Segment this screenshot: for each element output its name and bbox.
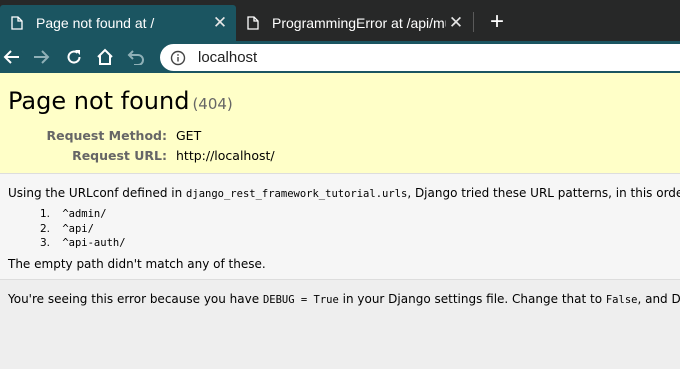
address-bar[interactable]: localhost — [160, 44, 680, 71]
tab-divider — [473, 12, 474, 32]
navigation-bar: localhost — [0, 41, 680, 73]
debug-setting: DEBUG = True — [262, 294, 339, 306]
debug-paragraph: You're seeing this error because you hav… — [8, 292, 680, 306]
list-item: 2. ^api/ — [40, 223, 126, 238]
tab-programming-error[interactable]: ProgrammingError at /api/musi ✕ — [236, 5, 472, 41]
reload-button[interactable] — [62, 45, 86, 69]
urlconf-module: django_rest_framework_tutorial.urls — [186, 188, 408, 200]
request-method-label: Request Method: — [46, 128, 167, 143]
close-tab-icon[interactable]: ✕ — [446, 13, 466, 33]
new-tab-button[interactable]: + — [484, 9, 510, 35]
error-summary: Page not found (404) Request Method: GET … — [0, 73, 680, 174]
url-pattern: ^admin/ — [62, 208, 107, 220]
request-url-row: Request URL: http://localhost/ — [0, 148, 400, 168]
back-button[interactable] — [0, 45, 24, 69]
request-url-label: Request URL: — [72, 148, 167, 163]
page-content: Page not found (404) Request Method: GET … — [0, 73, 680, 369]
tab-bar: Page not found at / ✕ ProgrammingError a… — [0, 0, 680, 41]
undo-button[interactable] — [124, 45, 148, 69]
debug-explanation: You're seeing this error because you hav… — [0, 280, 680, 369]
page-title: Page not found (404) — [8, 87, 233, 115]
status-code: (404) — [192, 95, 233, 113]
url-pattern: ^api/ — [62, 222, 94, 235]
info-icon[interactable] — [170, 50, 186, 66]
pattern-number: 1. — [40, 208, 51, 220]
error-title: Page not found — [8, 87, 190, 115]
reload-icon — [67, 50, 81, 64]
url-pattern: ^api-auth/ — [62, 237, 126, 249]
pattern-number: 3. — [40, 237, 51, 249]
home-button[interactable] — [93, 45, 117, 69]
forward-arrow-icon — [34, 50, 50, 64]
pattern-number: 2. — [40, 222, 51, 235]
urlconf-text-before: Using the URLconf defined in — [8, 186, 187, 200]
tab-title: ProgrammingError at /api/musi — [272, 15, 446, 31]
undo-arrow-icon — [127, 50, 144, 65]
debug-text-middle: in your Django settings file. Change tha… — [338, 292, 606, 306]
request-url-value: http://localhost/ — [176, 148, 275, 163]
urlconf-text-after: , Django tried these URL patterns, in th… — [407, 186, 680, 200]
debug-false: False — [605, 294, 638, 306]
url-patterns-list: 1. ^admin/ 2. ^api/ 3. ^api-auth/ — [40, 208, 126, 252]
home-icon — [97, 48, 113, 65]
close-tab-icon[interactable]: ✕ — [210, 13, 230, 33]
list-item: 3. ^api-auth/ — [40, 237, 126, 252]
tab-title: Page not found at / — [36, 15, 155, 31]
urlconf-paragraph: Using the URLconf defined in django_rest… — [8, 186, 680, 200]
urlconf-info: Using the URLconf defined in django_rest… — [0, 174, 680, 280]
back-arrow-icon — [3, 50, 19, 64]
document-icon — [10, 15, 24, 31]
list-item: 1. ^admin/ — [40, 208, 126, 223]
request-method-row: Request Method: GET — [0, 128, 400, 148]
tab-page-not-found[interactable]: Page not found at / ✕ — [0, 5, 236, 41]
no-match-text: The empty path didn't match any of these… — [8, 257, 266, 271]
document-icon — [246, 15, 260, 31]
url-text[interactable]: localhost — [198, 49, 257, 66]
request-method-value: GET — [176, 128, 202, 143]
debug-text-after: , and Django will display a standard 404… — [637, 292, 680, 306]
debug-text-before: You're seeing this error because you hav… — [8, 292, 263, 306]
forward-button[interactable] — [29, 45, 53, 69]
